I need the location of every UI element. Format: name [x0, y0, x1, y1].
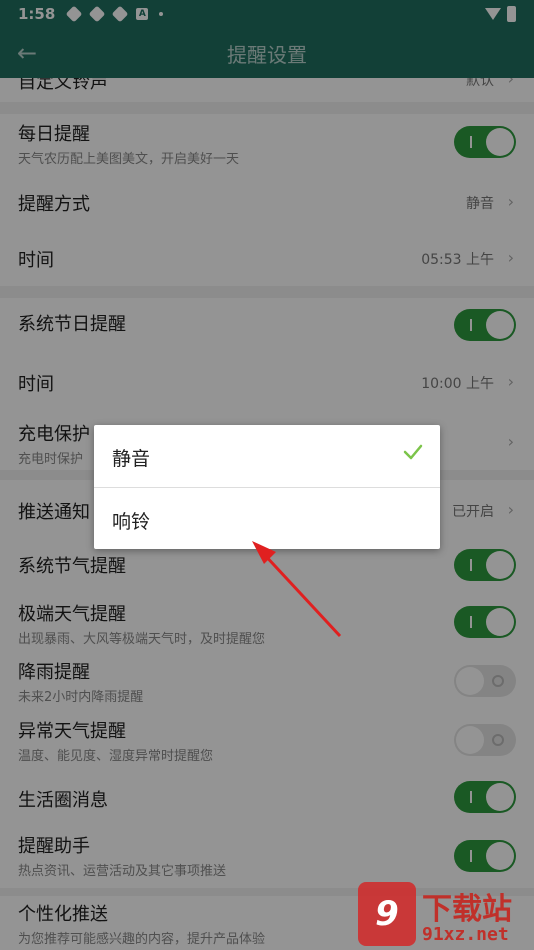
watermark-logo: 9	[358, 882, 416, 946]
red-annotation-arrow	[252, 541, 342, 638]
watermark: 9 下载站 91xz.net	[354, 880, 534, 950]
watermark-title: 下载站	[422, 892, 512, 927]
watermark-url: 91xz.net	[422, 924, 509, 945]
